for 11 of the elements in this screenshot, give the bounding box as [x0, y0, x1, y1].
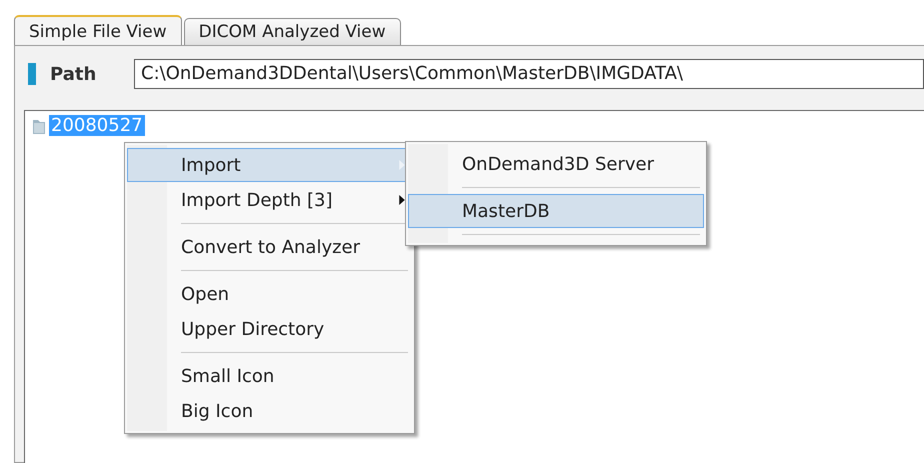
- menu-item[interactable]: Open: [127, 277, 412, 311]
- path-marker-icon: [28, 63, 36, 85]
- menu-item[interactable]: Small Icon: [127, 359, 412, 393]
- tab[interactable]: DICOM Analyzed View: [184, 18, 401, 45]
- menu-item[interactable]: Upper Directory: [127, 312, 412, 346]
- path-label: Path: [50, 64, 98, 84]
- tab[interactable]: Simple File View: [14, 15, 182, 45]
- path-field[interactable]: C:\OnDemand3DDental\Users\Common\MasterDB\IMGDATA\: [134, 59, 924, 89]
- submenu-arrow-icon: [399, 195, 405, 205]
- menu-item[interactable]: Big Icon: [127, 394, 412, 428]
- menu-item[interactable]: MasterDB: [408, 194, 704, 228]
